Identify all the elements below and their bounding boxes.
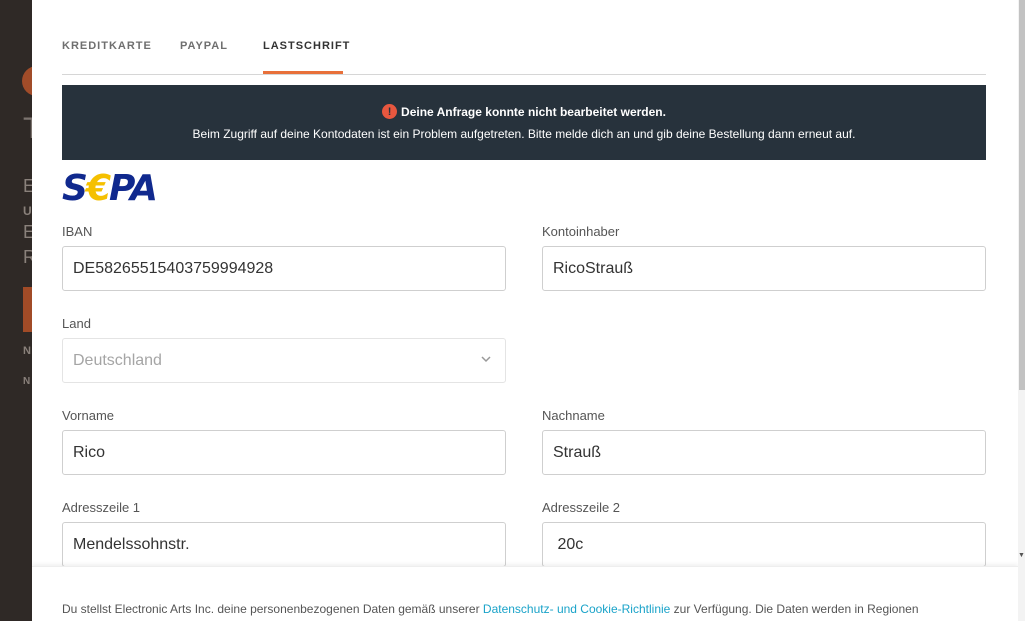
alert-message: Beim Zugriff auf deine Kontodaten ist ei… — [192, 127, 856, 141]
adresse1-label: Adresszeile 1 — [62, 500, 141, 515]
privacy-footer: Du stellst Electronic Arts Inc. deine pe… — [32, 566, 1018, 621]
kontoinhaber-label: Kontoinhaber — [542, 224, 620, 239]
exclamation-circle-icon: ! — [382, 104, 398, 119]
vorname-field[interactable]: Rico — [62, 430, 506, 475]
tab-kreditkarte[interactable]: KREDITKARTE — [62, 40, 152, 52]
chevron-down-icon — [481, 356, 491, 363]
tab-lastschrift[interactable]: LASTSCHRIFT — [263, 40, 350, 52]
adresse1-field[interactable]: Mendelssohnstr. — [62, 522, 506, 567]
adresse2-field[interactable]: 20c — [542, 522, 986, 567]
nachname-label: Nachname — [542, 408, 605, 423]
background-text: N — [23, 376, 31, 387]
background-text: N — [23, 345, 31, 357]
land-label: Land — [62, 316, 91, 331]
land-select[interactable]: Deutschland — [62, 338, 506, 383]
background-text: U — [23, 204, 32, 218]
adresse2-label: Adresszeile 2 — [542, 500, 621, 515]
alert-title: Deine Anfrage konnte nicht bearbeitet we… — [401, 104, 666, 119]
error-alert: ! Deine Anfrage konnte nicht bearbeitet … — [62, 85, 986, 160]
payment-tabs: KREDITKARTE PAYPAL LASTSCHRIFT — [62, 0, 986, 75]
kontoinhaber-field[interactable]: RicoStrauß — [542, 246, 986, 291]
iban-field[interactable]: DE58265515403759994928 — [62, 246, 506, 291]
payment-modal: KREDITKARTE PAYPAL LASTSCHRIFT ! Deine A… — [32, 0, 1018, 621]
vorname-label: Vorname — [62, 408, 115, 423]
privacy-policy-link[interactable]: Datenschutz- und Cookie-Richtlinie — [483, 602, 670, 616]
iban-label: IBAN — [62, 224, 93, 239]
scrollbar-thumb[interactable] — [1019, 0, 1025, 390]
privacy-text: Du stellst Electronic Arts Inc. deine pe… — [62, 602, 919, 616]
scrollbar[interactable] — [1018, 0, 1025, 621]
tab-paypal[interactable]: PAYPAL — [180, 40, 228, 52]
sepa-logo: S€PA — [62, 168, 158, 209]
scroll-down-arrow-icon[interactable]: ▼ — [1018, 552, 1025, 560]
nachname-field[interactable]: Strauß — [542, 430, 986, 475]
active-tab-indicator — [263, 71, 343, 74]
